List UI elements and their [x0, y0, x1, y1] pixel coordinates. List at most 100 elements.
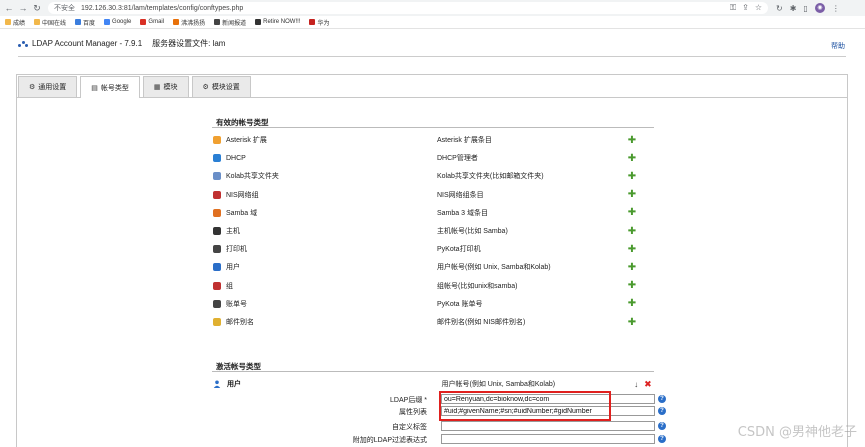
account-type-desc: DHCP管理者 [437, 155, 478, 163]
bookmark-icon [5, 19, 11, 25]
field-input[interactable] [441, 421, 655, 431]
refresh-extension-icon[interactable]: ↻ [776, 4, 783, 13]
bookmark-item[interactable]: 华为 [309, 18, 329, 27]
address-bar[interactable]: 不安全 192.126.30.3:81/lam/templates/config… [48, 2, 768, 14]
tab-modules[interactable]: ▦ 模块 [142, 76, 189, 97]
bookmark-item[interactable]: 成绩 [5, 18, 25, 27]
help-icon[interactable]: ? [658, 407, 666, 415]
remove-icon[interactable]: ✖ [644, 379, 654, 390]
account-type-name: Asterisk 扩展 [226, 137, 267, 144]
move-down-icon[interactable]: ↓ [634, 380, 644, 389]
nis-netgroup-icon [213, 190, 221, 199]
field-input[interactable] [441, 434, 655, 444]
account-type-name: 账单号 [226, 300, 247, 308]
account-type-name: 打印机 [226, 246, 247, 254]
section-divider [212, 371, 654, 372]
account-type-row: 邮件别名 邮件别名(例如 NIS邮件别名) ✚ [212, 315, 642, 329]
add-icon[interactable]: ✚ [627, 189, 637, 200]
account-type-desc: Samba 3 域条目 [437, 209, 488, 217]
tab-bar: ⚙ 通用设置 ▤ 帐号类型 ▦ 模块 ⚙ 模块设置 [18, 76, 251, 98]
tab-account-types[interactable]: ▤ 帐号类型 [80, 76, 140, 98]
bookmark-item[interactable]: 沸沸扬扬 [173, 18, 205, 27]
add-icon[interactable]: ✚ [627, 262, 637, 273]
bookmarks-bar: 成绩 中国在线 百度 Google Gmail 沸沸扬扬 新闻报道 Retire NOW!!!… [0, 16, 865, 29]
tab-label: 模块设置 [211, 84, 240, 91]
bookmark-item[interactable]: 新闻报道 [214, 18, 246, 27]
add-icon[interactable]: ✚ [627, 317, 637, 328]
url-text[interactable]: 192.126.30.3:81/lam/templates/config/con… [81, 5, 243, 12]
back-icon[interactable]: ← [4, 3, 14, 13]
billing-icon [213, 299, 221, 308]
bookmark-item[interactable]: 中国在线 [34, 18, 66, 27]
bookmark-label: 新闻报道 [222, 20, 247, 27]
star-icon[interactable]: ☆ [755, 3, 762, 13]
key-icon[interactable]: ⚿ [730, 3, 736, 13]
samba-domain-icon [213, 208, 221, 217]
add-icon[interactable]: ✚ [627, 244, 637, 255]
lam-logo-icon [18, 39, 28, 48]
help-link[interactable]: 帮助 [831, 41, 845, 51]
bookmark-item[interactable]: Google [104, 19, 131, 25]
dhcp-icon [213, 154, 221, 163]
menu-icon[interactable]: ⋮ [832, 4, 840, 13]
modules-icon: ▦ [153, 84, 161, 91]
account-type-desc: 主机帐号(比如 Samba) [437, 228, 508, 235]
asterisk-icon [213, 136, 221, 144]
user-icon [213, 263, 221, 272]
account-type-name: Samba 域 [226, 209, 258, 217]
header-divider [18, 56, 846, 57]
help-icon[interactable]: ? [658, 422, 666, 430]
add-icon[interactable]: ✚ [627, 280, 637, 291]
user-icon [213, 380, 221, 388]
account-type-name: 组 [226, 282, 233, 290]
account-type-row: NIS网络组 NIS网络组条目 ✚ [212, 188, 642, 202]
account-type-desc: 组帐号(比如unix和samba) [437, 282, 518, 290]
tab-label: 帐号类型 [100, 84, 129, 92]
server-profile-label: 服务器设置文件: lam [152, 39, 226, 48]
add-icon[interactable]: ✚ [627, 153, 637, 164]
add-icon[interactable]: ✚ [627, 135, 637, 146]
kolab-icon [213, 172, 221, 181]
add-icon[interactable]: ✚ [627, 207, 637, 218]
add-icon[interactable]: ✚ [627, 298, 637, 309]
account-type-desc: NIS网络组条目 [437, 191, 484, 199]
bookmark-icon [104, 19, 111, 25]
mail-alias-icon [213, 318, 221, 326]
field-label: 附加的LDAP过滤表达式 [352, 437, 427, 444]
gear-icon: ⚙ [29, 84, 36, 91]
tab-module-settings[interactable]: ⚙ 模块设置 [191, 76, 251, 97]
bookmark-item[interactable]: Gmail [140, 19, 164, 25]
reload-icon[interactable]: ↻ [32, 3, 42, 13]
bookmark-label: Retire NOW!!! [263, 19, 301, 25]
account-type-row: 账单号 PyKota 账单号 ✚ [212, 297, 642, 311]
bookmark-label: 中国在线 [42, 20, 67, 27]
sidebar-icon[interactable]: ▯ [803, 4, 807, 13]
bookmark-icon [34, 19, 41, 25]
bookmark-label: 百度 [83, 20, 96, 27]
help-icon[interactable]: ? [658, 395, 666, 403]
field-label: 自定义标签 [392, 424, 427, 431]
extensions-icon[interactable]: ✱ [790, 4, 797, 13]
section-divider [212, 127, 654, 128]
help-icon[interactable]: ? [658, 435, 666, 443]
field-label: 属性列表 [399, 409, 427, 416]
add-icon[interactable]: ✚ [627, 226, 637, 237]
account-type-row: Kolab共享文件夹 Kolab共享文件夹(比如邮箱文件夹) ✚ [212, 169, 642, 183]
app-header: LDAP Account Manager - 7.9.1 服务器设置文件: la… [18, 38, 225, 49]
profile-avatar[interactable]: ◉ [814, 3, 825, 13]
account-type-desc: PyKota打印机 [437, 246, 481, 254]
add-icon[interactable]: ✚ [627, 171, 637, 182]
bookmark-item[interactable]: 百度 [75, 18, 95, 27]
app-title: LDAP Account Manager - 7.9.1 [32, 39, 143, 48]
insecure-indicator[interactable]: 不安全 [54, 3, 75, 13]
bookmark-label: 华为 [317, 20, 330, 27]
forward-icon[interactable]: → [18, 3, 28, 13]
bookmark-label: Google [112, 19, 132, 25]
tab-general-settings[interactable]: ⚙ 通用设置 [18, 76, 78, 97]
watermark: CSDN @男神他老子 [737, 425, 857, 440]
bookmark-item[interactable]: Retire NOW!!! [255, 19, 300, 25]
account-type-desc: PyKota 账单号 [437, 300, 483, 308]
active-type-name: 用户 [227, 381, 241, 388]
share-icon[interactable]: ⇪ [742, 3, 749, 13]
account-type-row: DHCP DHCP管理者 ✚ [212, 151, 642, 165]
